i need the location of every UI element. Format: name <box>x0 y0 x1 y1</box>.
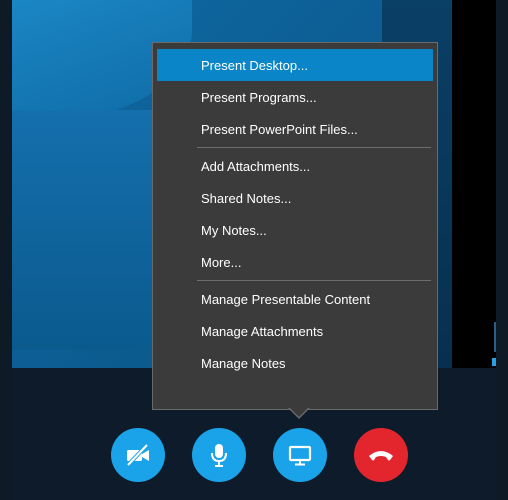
menu-item-manage-presentable-content[interactable]: Manage Presentable Content <box>157 283 433 315</box>
menu-item-more[interactable]: More... <box>157 246 433 278</box>
monitor-icon <box>287 443 313 467</box>
present-button[interactable] <box>273 428 327 482</box>
menu-item-present-desktop[interactable]: Present Desktop... <box>157 49 433 81</box>
menu-item-present-programs[interactable]: Present Programs... <box>157 81 433 113</box>
menu-item-label: Add Attachments... <box>201 158 311 174</box>
menu-item-label: Manage Notes <box>201 355 286 371</box>
present-menu: Present Desktop... Present Programs... P… <box>152 42 438 410</box>
menu-item-label: Present Programs... <box>201 89 317 105</box>
microphone-icon <box>208 442 230 468</box>
microphone-button[interactable] <box>192 428 246 482</box>
menu-item-present-powerpoint[interactable]: Present PowerPoint Files... <box>157 113 433 145</box>
call-controls <box>0 428 508 484</box>
menu-item-manage-notes[interactable]: Manage Notes <box>157 347 433 379</box>
menu-item-shared-notes[interactable]: Shared Notes... <box>157 182 433 214</box>
menu-item-add-attachments[interactable]: Add Attachments... <box>157 150 433 182</box>
menu-item-my-notes[interactable]: My Notes... <box>157 214 433 246</box>
hang-up-button[interactable] <box>354 428 408 482</box>
video-off-button[interactable] <box>111 428 165 482</box>
menu-separator <box>197 147 431 148</box>
menu-item-label: Manage Attachments <box>201 323 324 339</box>
video-off-icon <box>124 443 152 467</box>
menu-item-label: Present Desktop... <box>201 57 308 73</box>
menu-item-manage-attachments[interactable]: Manage Attachments <box>157 315 433 347</box>
menu-item-label: More... <box>201 254 242 270</box>
phone-hangup-icon <box>367 447 395 463</box>
menu-item-label: Manage Presentable Content <box>201 291 371 307</box>
menu-item-label: My Notes... <box>201 222 267 238</box>
menu-item-label: Shared Notes... <box>201 190 292 206</box>
menu-item-label: Present PowerPoint Files... <box>201 121 358 137</box>
menu-separator <box>197 280 431 281</box>
